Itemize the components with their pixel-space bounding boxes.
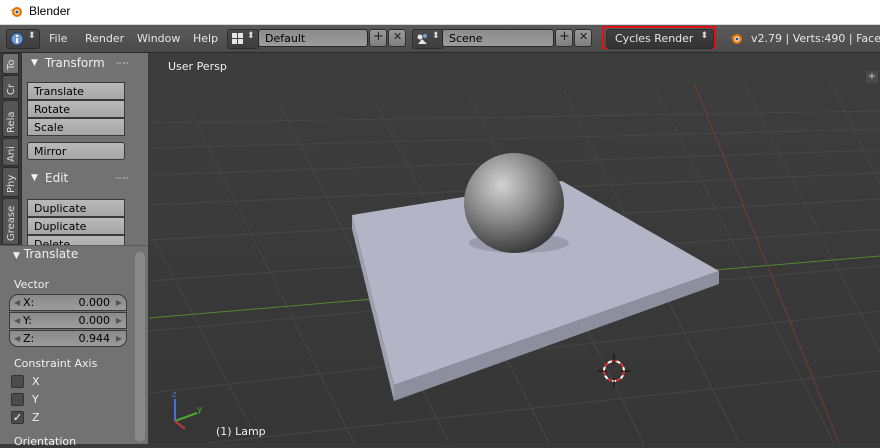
chevron-updown-icon: ⬍ — [28, 31, 36, 41]
increment-arrow-icon[interactable]: ▶ — [116, 295, 122, 311]
info-icon — [10, 32, 24, 46]
add-scene-button[interactable]: + — [555, 29, 573, 47]
active-object-label: (1) Lamp — [216, 425, 266, 438]
render-engine-label: Cycles Render — [615, 32, 694, 45]
scale-button[interactable]: Scale — [27, 118, 125, 136]
constraint-axis-label: Constraint Axis — [14, 357, 98, 370]
increment-arrow-icon[interactable]: ▶ — [116, 331, 122, 347]
rotate-button[interactable]: Rotate — [27, 100, 125, 118]
close-icon: ✕ — [579, 30, 589, 43]
transform-panel-header[interactable]: ▼ Transform — [22, 53, 148, 75]
delete-layout-button[interactable]: ✕ — [388, 29, 406, 47]
constraint-x-checkbox[interactable] — [11, 375, 24, 388]
properties-toggle-icon[interactable]: + — [866, 71, 878, 83]
tool-shelf: ▼ Transform Translate Rotate Scale Mirro… — [22, 53, 148, 245]
sphere-object[interactable] — [464, 153, 564, 253]
constraint-z-label: Z — [32, 411, 40, 424]
tab-physics[interactable]: Phy — [2, 167, 19, 197]
vector-label: Vector — [14, 278, 50, 291]
3d-viewport[interactable]: z y User Persp (1) Lamp + — [149, 53, 880, 443]
drag-grip-icon[interactable] — [116, 62, 128, 68]
viewport-scene: z y — [149, 53, 880, 443]
tab-grease-pencil[interactable]: Grease — [2, 198, 19, 245]
decrement-arrow-icon[interactable]: ◀ — [14, 295, 20, 311]
tab-tools[interactable]: To — [2, 53, 19, 74]
decrement-arrow-icon[interactable]: ◀ — [14, 331, 20, 347]
decrement-arrow-icon[interactable]: ◀ — [14, 313, 20, 329]
operator-panel-title: Translate — [23, 247, 79, 261]
constraint-y-label: Y — [32, 393, 39, 406]
collapse-triangle-icon: ▼ — [31, 173, 38, 183]
chevron-updown-icon: ⬍ — [700, 31, 708, 41]
toolshelf-tabs: To Cr Rela Ani Phy Grease — [0, 53, 22, 245]
svg-text:z: z — [172, 390, 177, 400]
vector-x-field[interactable]: ◀ X: 0.000 ▶ — [9, 294, 127, 311]
scene-selector[interactable]: ⬍ — [412, 29, 444, 49]
menu-help[interactable]: Help — [193, 32, 218, 45]
menu-window[interactable]: Window — [137, 32, 180, 45]
edit-panel-header[interactable]: ▼ Edit — [22, 168, 148, 190]
view-name-label: User Persp — [168, 60, 227, 73]
orientation-label: Orientation — [14, 435, 77, 448]
constraint-z-checkbox[interactable]: ✓ — [11, 411, 24, 424]
duplicate-button[interactable]: Duplicate — [27, 199, 125, 217]
mirror-button[interactable]: Mirror — [27, 142, 125, 160]
tab-animation[interactable]: Ani — [2, 138, 19, 166]
drag-grip-icon[interactable] — [116, 177, 128, 183]
render-engine-selector[interactable]: Cycles Render ⬍ — [606, 29, 714, 49]
tab-create[interactable]: Cr — [2, 75, 19, 99]
editor-type-selector[interactable]: ⬍ — [6, 29, 40, 49]
last-operator-panel: ▼ Translate Vector ◀ X: 0.000 ▶ ◀ Y: 0.0… — [0, 245, 148, 448]
layout-grid-icon — [232, 33, 243, 44]
svg-text:y: y — [197, 405, 203, 415]
plus-icon: + — [373, 29, 384, 44]
edit-panel-title: Edit — [45, 171, 69, 185]
increment-arrow-icon[interactable]: ▶ — [116, 313, 122, 329]
operator-panel-scrollbar[interactable] — [135, 252, 145, 442]
info-header: ⬍ File Render Window Help ⬍ Default + ✕ … — [0, 25, 880, 53]
blender-logo-icon — [729, 34, 742, 44]
vector-z-field[interactable]: ◀ Z: 0.944 ▶ — [9, 330, 127, 347]
layout-name-field[interactable]: Default — [258, 29, 368, 47]
add-layout-button[interactable]: + — [369, 29, 387, 47]
scene-icon — [417, 34, 427, 44]
delete-button[interactable]: Delete — [27, 235, 125, 245]
collapse-triangle-icon: ▼ — [31, 58, 38, 68]
vector-y-field[interactable]: ◀ Y: 0.000 ▶ — [9, 312, 127, 329]
menu-render[interactable]: Render — [85, 32, 124, 45]
translate-button[interactable]: Translate — [27, 82, 125, 100]
window-titlebar: Blender — [0, 0, 880, 25]
delete-scene-button[interactable]: ✕ — [574, 29, 592, 47]
scene-name-field[interactable]: Scene — [442, 29, 554, 47]
plus-icon: + — [559, 29, 570, 44]
blender-logo-icon — [9, 7, 22, 17]
collapse-triangle-icon: ▼ — [13, 251, 20, 261]
duplicate-linked-button[interactable]: Duplicate Linked — [27, 217, 125, 245]
constraint-y-checkbox[interactable] — [11, 393, 24, 406]
chevron-updown-icon: ⬍ — [247, 31, 255, 41]
constraint-x-label: X — [32, 375, 40, 388]
menu-file[interactable]: File — [49, 32, 67, 45]
checkmark-icon: ✓ — [12, 411, 23, 424]
window-title: Blender — [29, 4, 71, 18]
operator-panel-header[interactable]: ▼ Translate — [13, 247, 78, 261]
scene-statistics: v2.79 | Verts:490 | Faces:5 — [751, 32, 880, 45]
close-icon: ✕ — [393, 30, 403, 43]
tab-relations[interactable]: Rela — [2, 100, 19, 137]
chevron-updown-icon: ⬍ — [432, 31, 440, 41]
screen-layout-selector[interactable]: ⬍ — [227, 29, 259, 49]
transform-panel-title: Transform — [45, 56, 105, 70]
